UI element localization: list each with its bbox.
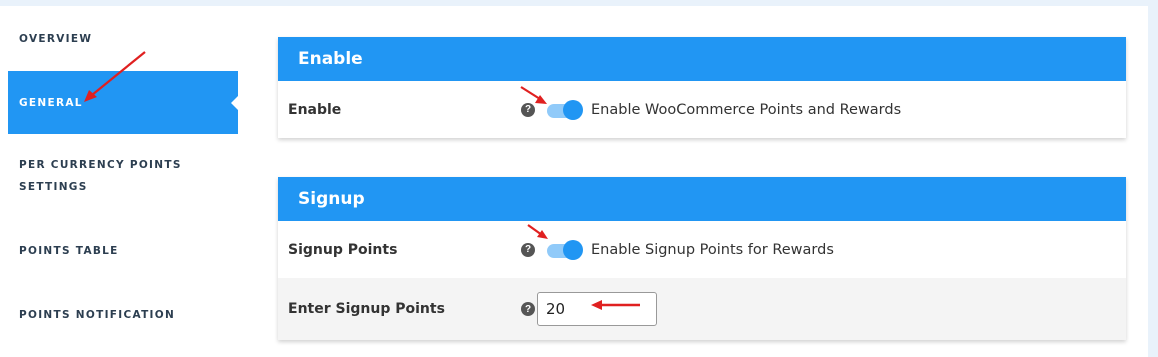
question-circle-icon[interactable]: ? (521, 242, 535, 257)
enable-panel-title: Enable (298, 49, 363, 69)
signup-points-input[interactable] (537, 292, 657, 326)
enable-points-toggle[interactable] (547, 99, 583, 120)
sidebar-item-per-currency-points-settings[interactable]: Per Currency Points Settings (8, 154, 238, 198)
question-circle-icon[interactable]: ? (521, 302, 535, 316)
sidebar: Overview General Per Currency Points Set… (0, 6, 238, 357)
signup-points-label: Signup Points (288, 241, 398, 258)
sidebar-item-overview[interactable]: Overview (8, 28, 238, 50)
signup-points-row: Signup Points ? Enable Signup Points for… (278, 221, 1126, 278)
sidebar-item-points-notification[interactable]: Points Notification (8, 304, 238, 326)
enter-signup-points-row: Enter Signup Points ? (278, 278, 1126, 340)
enable-panel-header: Enable (278, 37, 1126, 81)
signup-panel-title: Signup (298, 189, 365, 209)
settings-main: Enable Enable ? Enable WooCommerce Point… (238, 6, 1148, 357)
signup-points-toggle[interactable] (547, 239, 583, 260)
toggle-knob (563, 239, 583, 260)
enable-points-toggle-label: Enable WooCommerce Points and Rewards (591, 101, 902, 118)
question-circle-icon[interactable]: ? (521, 102, 535, 117)
toggle-knob (563, 99, 583, 120)
signup-panel-header: Signup (278, 177, 1126, 221)
enter-signup-points-label: Enter Signup Points (288, 301, 445, 317)
sidebar-item-points-table[interactable]: Points Table (8, 240, 238, 262)
enable-panel: Enable Enable ? Enable WooCommerce Point… (278, 37, 1126, 138)
enable-label: Enable (288, 101, 342, 118)
enable-row: Enable ? Enable WooCommerce Points and R… (278, 81, 1126, 138)
signup-panel: Signup Signup Points ? Enable Signup Poi… (278, 177, 1126, 340)
signup-points-toggle-label: Enable Signup Points for Rewards (591, 241, 834, 258)
sidebar-item-general[interactable]: General (8, 71, 238, 134)
